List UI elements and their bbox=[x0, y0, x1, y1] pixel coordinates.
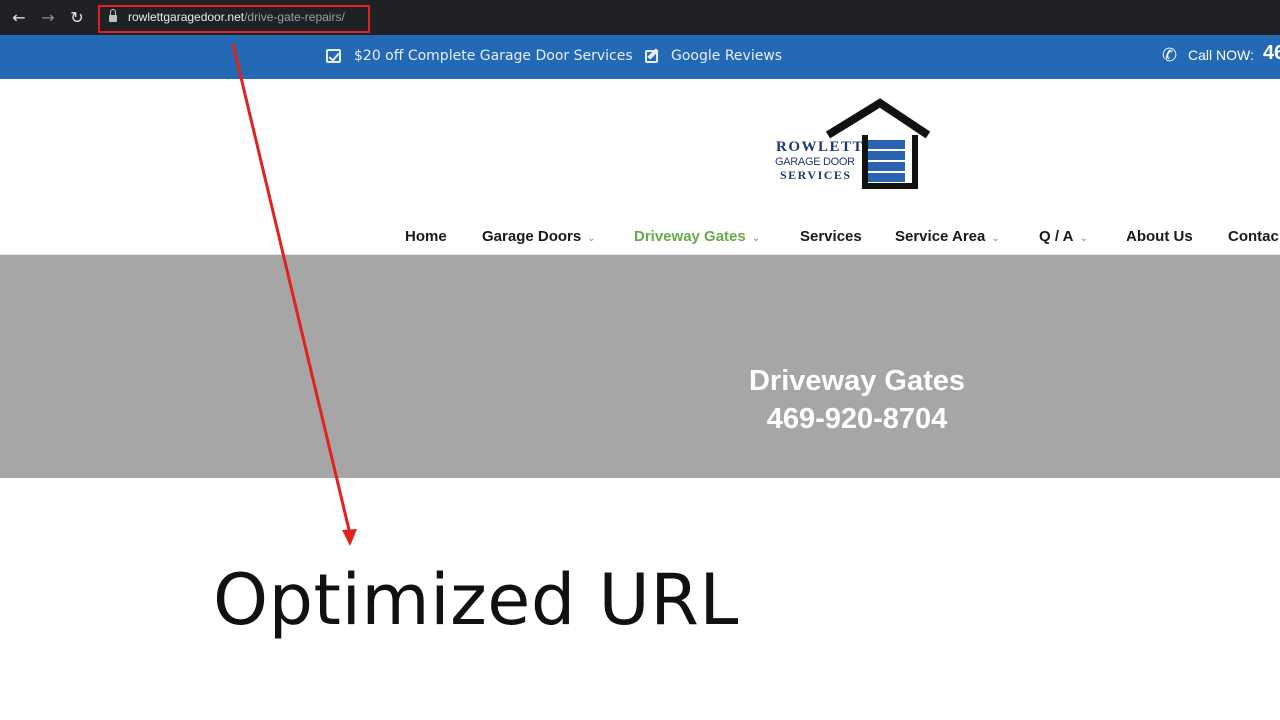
nav-qa[interactable]: Q / A ⌄ bbox=[1039, 228, 1088, 245]
phone-icon: ✆ bbox=[1162, 45, 1178, 66]
back-arrow-icon[interactable]: ← bbox=[9, 8, 29, 28]
nav-home[interactable]: Home bbox=[405, 228, 447, 245]
call-number[interactable]: 46 bbox=[1263, 42, 1280, 65]
nav-contact-label: Contac bbox=[1228, 228, 1279, 245]
hero-phone[interactable]: 469-920-8704 bbox=[0, 403, 1280, 436]
hero-title: Driveway Gates bbox=[748, 365, 965, 397]
url-highlight-box bbox=[98, 5, 370, 33]
promo-bar: $20 off Complete Garage Door Services Go… bbox=[0, 35, 1280, 79]
edit-icon bbox=[645, 48, 661, 63]
logo-text-garage-door: GARAGE DOOR bbox=[775, 156, 855, 168]
nav-services-label: Services bbox=[800, 228, 862, 245]
annotation-caption: Optimized URL bbox=[213, 559, 739, 641]
main-nav: Home Garage Doors ⌄ Driveway Gates ⌄ Servi… bbox=[0, 228, 1280, 250]
chevron-down-icon: ⌄ bbox=[991, 233, 1000, 244]
logo-text-rowlett: ROWLETT bbox=[776, 139, 865, 155]
call-now-label: Call NOW: bbox=[1188, 47, 1254, 63]
nav-qa-label: Q / A bbox=[1039, 228, 1074, 245]
checkbox-icon bbox=[326, 49, 341, 63]
chevron-down-icon: ⌄ bbox=[751, 233, 761, 244]
nav-about-us[interactable]: About Us bbox=[1126, 228, 1193, 245]
nav-driveway-gates[interactable]: Driveway Gates ⌄ bbox=[634, 228, 760, 245]
nav-service-area[interactable]: Service Area ⌄ bbox=[895, 228, 1000, 245]
nav-home-label: Home bbox=[405, 228, 447, 245]
nav-service-area-label: Service Area bbox=[895, 228, 986, 245]
site-logo[interactable]: ROWLETT GARAGE DOOR SERVICES bbox=[770, 98, 930, 190]
nav-garage-doors[interactable]: Garage Doors ⌄ bbox=[482, 228, 596, 245]
promo-discount-link[interactable]: $20 off Complete Garage Door Services bbox=[354, 48, 633, 64]
chevron-down-icon: ⌄ bbox=[587, 233, 596, 244]
nav-garage-doors-label: Garage Doors bbox=[482, 228, 582, 245]
nav-contact[interactable]: Contac bbox=[1228, 228, 1279, 245]
nav-services[interactable]: Services bbox=[800, 228, 862, 245]
nav-driveway-gates-label: Driveway Gates bbox=[634, 228, 746, 245]
nav-about-us-label: About Us bbox=[1126, 228, 1193, 245]
hero-banner: Driveway Gates 469-920-8704 bbox=[0, 255, 1280, 478]
google-reviews-link[interactable]: Google Reviews bbox=[671, 48, 782, 64]
logo-text-services: SERVICES bbox=[780, 168, 852, 182]
chevron-down-icon: ⌄ bbox=[1079, 233, 1088, 244]
reload-icon[interactable]: ↻ bbox=[67, 8, 87, 28]
forward-arrow-icon[interactable]: → bbox=[38, 8, 58, 28]
